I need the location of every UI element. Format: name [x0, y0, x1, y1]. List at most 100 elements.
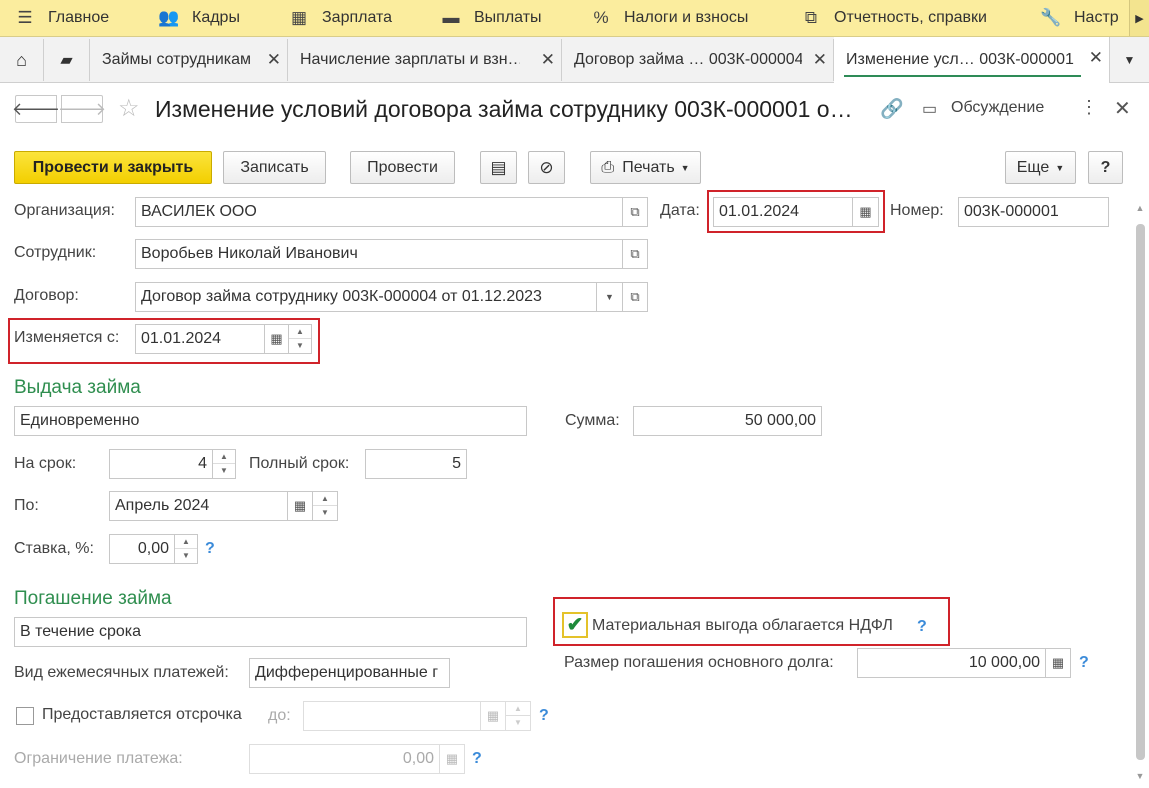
full-term-field[interactable]: 5 [365, 449, 467, 479]
principal-help-icon[interactable]: ? [1079, 654, 1089, 672]
close-icon[interactable]: ✕ [1089, 48, 1103, 68]
menu-scroll-right-icon[interactable]: ▶ [1129, 0, 1149, 36]
issuance-section-title: Выдача займа [14, 377, 141, 398]
rate-field[interactable]: 0,00 [109, 534, 175, 564]
stepper-up-icon[interactable]: ▲ [213, 450, 235, 464]
close-icon[interactable]: ✕ [541, 50, 555, 70]
menu-item-hr[interactable]: 👥 Кадры [158, 0, 240, 36]
until-stepper[interactable]: ▲ ▼ [312, 491, 338, 521]
menu-item-salary[interactable]: ▦ Зарплата [288, 0, 392, 36]
stepper-down-icon[interactable]: ▼ [313, 506, 337, 520]
attachment-icon[interactable]: ⊘ [528, 151, 565, 184]
number-label: Номер: [890, 202, 944, 219]
rate-stepper[interactable]: ▲ ▼ [174, 534, 198, 564]
organization-field[interactable]: ВАСИЛЕК ООО [135, 197, 623, 227]
menu-item-label: Кадры [192, 9, 240, 26]
rate-help-icon[interactable]: ? [205, 540, 215, 558]
stepper-up-icon[interactable]: ▲ [175, 535, 197, 549]
link-icon[interactable]: 🔗 [880, 97, 904, 121]
calculator-icon[interactable]: ▦ [1045, 648, 1071, 678]
post-button[interactable]: Провести [350, 151, 455, 184]
menu-item-label: Налоги и взносы [624, 9, 749, 26]
more-label: Еще [1016, 158, 1050, 176]
principal-field[interactable]: 10 000,00 [857, 648, 1046, 678]
deferral-stepper[interactable]: ▲ ▼ [505, 701, 531, 731]
print-button[interactable]: ⎙ Печать ▼ [590, 151, 701, 184]
favorite-star-icon[interactable]: ☆ [118, 94, 140, 123]
menu-item-settings[interactable]: 🔧 Настр [1040, 0, 1130, 36]
menu-item-main[interactable]: ☰ Главное [14, 0, 109, 36]
menu-item-reports[interactable]: ⧉ Отчетность, справки [800, 0, 987, 36]
open-employee-icon[interactable]: ⧉ [622, 239, 648, 269]
menu-item-payments[interactable]: ▬ Выплаты [440, 0, 542, 36]
stepper-up-icon[interactable]: ▲ [313, 492, 337, 506]
save-button[interactable]: Записать [223, 151, 326, 184]
post-and-close-button[interactable]: Провести и закрыть [14, 151, 212, 184]
vertical-scrollbar[interactable] [1136, 224, 1145, 760]
close-icon[interactable]: ✕ [267, 50, 281, 70]
principal-value: 10 000,00 [968, 654, 1040, 671]
date-label: Дата: [660, 202, 700, 219]
close-icon[interactable]: ✕ [1114, 96, 1131, 121]
discussion-link[interactable]: Обсуждение [951, 99, 1044, 117]
issuance-method-field[interactable]: Единовременно [14, 406, 527, 436]
more-button[interactable]: Еще ▼ [1005, 151, 1076, 184]
limit-help-icon[interactable]: ? [472, 750, 482, 768]
contract-value: Договор займа сотруднику 003К-000004 от … [141, 288, 542, 305]
until-field[interactable]: Апрель 2024 [109, 491, 288, 521]
main-menu-bar: ☰ Главное 👥 Кадры ▦ Зарплата ▬ Выплаты %… [0, 0, 1149, 37]
stepper-down-icon[interactable]: ▼ [213, 464, 235, 478]
tab-label: Начисление зарплаты и взн… [300, 51, 520, 68]
calendar-icon[interactable]: ▦ [287, 491, 313, 521]
scroll-up-icon[interactable]: ▲ [1134, 203, 1146, 213]
amount-field[interactable]: 50 000,00 [633, 406, 822, 436]
deferral-label[interactable]: Предоставляется отсрочка [42, 706, 242, 724]
open-contract-icon[interactable]: ⧉ [622, 282, 648, 312]
tab-loan-contract[interactable]: Договор займа … 003К-000004 ✕ [562, 39, 834, 81]
number-field[interactable]: 003К-000001 [958, 197, 1109, 227]
stepper-up-icon[interactable]: ▲ [506, 702, 530, 716]
highlight-tax-benefit [553, 597, 950, 646]
tab-payroll[interactable]: Начисление зарплаты и взн… ✕ [288, 39, 562, 81]
calendar-icon[interactable]: ▦ [480, 701, 506, 731]
menu-item-taxes[interactable]: % Налоги и взносы [590, 0, 748, 36]
term-field[interactable]: 4 [109, 449, 213, 479]
deferral-checkbox[interactable] [16, 707, 34, 725]
back-arrow-icon[interactable]: 🡐 [12, 95, 60, 123]
chat-tab-icon[interactable]: ▰ [44, 39, 90, 81]
limit-field[interactable]: 0,00 [249, 744, 440, 774]
discussion-icon[interactable]: ▭ [922, 99, 937, 119]
monthly-type-field[interactable]: Дифференцированные г [249, 658, 450, 688]
forward-arrow-icon[interactable]: 🡒 [58, 95, 106, 123]
chevron-down-icon[interactable]: ▼ [596, 282, 623, 312]
hamburger-icon: ☰ [17, 8, 33, 27]
term-stepper[interactable]: ▲ ▼ [212, 449, 236, 479]
contract-field[interactable]: Договор займа сотруднику 003К-000004 от … [135, 282, 597, 312]
tabs-dropdown-icon[interactable]: ▼ [1110, 39, 1149, 81]
highlight-date [707, 190, 885, 233]
menu-item-label: Отчетность, справки [834, 9, 987, 26]
repayment-section-title: Погашение займа [14, 588, 172, 609]
monthly-type-value: Дифференцированные г [255, 664, 439, 681]
tab-label: Займы сотрудникам [102, 51, 252, 68]
deferral-help-icon[interactable]: ? [539, 707, 549, 725]
open-organization-icon[interactable]: ⧉ [622, 197, 648, 227]
full-term-value: 5 [452, 455, 461, 472]
tab-loans[interactable]: Займы сотрудникам ✕ [90, 39, 288, 81]
close-icon[interactable]: ✕ [813, 50, 827, 70]
deferral-until-field[interactable] [303, 701, 481, 731]
document-list-icon[interactable]: ▤ [480, 151, 517, 184]
tab-change-conditions[interactable]: Изменение усл… 003К-000001 ✕ [834, 37, 1110, 83]
stepper-down-icon[interactable]: ▼ [175, 549, 197, 563]
repayment-method-field[interactable]: В течение срока [14, 617, 527, 647]
home-tab-icon[interactable]: ⌂ [0, 39, 44, 81]
repayment-method-value: В течение срока [20, 623, 142, 640]
scroll-down-icon[interactable]: ▼ [1134, 771, 1146, 781]
calculator-icon[interactable]: ▦ [439, 744, 465, 774]
help-button[interactable]: ? [1088, 151, 1123, 184]
stepper-down-icon[interactable]: ▼ [506, 716, 530, 730]
employee-field[interactable]: Воробьев Николай Иванович [135, 239, 623, 269]
limit-value: 0,00 [402, 750, 434, 767]
tab-label: Изменение усл… 003К-000001 [846, 51, 1074, 68]
more-options-icon[interactable]: ⋮ [1080, 97, 1098, 118]
